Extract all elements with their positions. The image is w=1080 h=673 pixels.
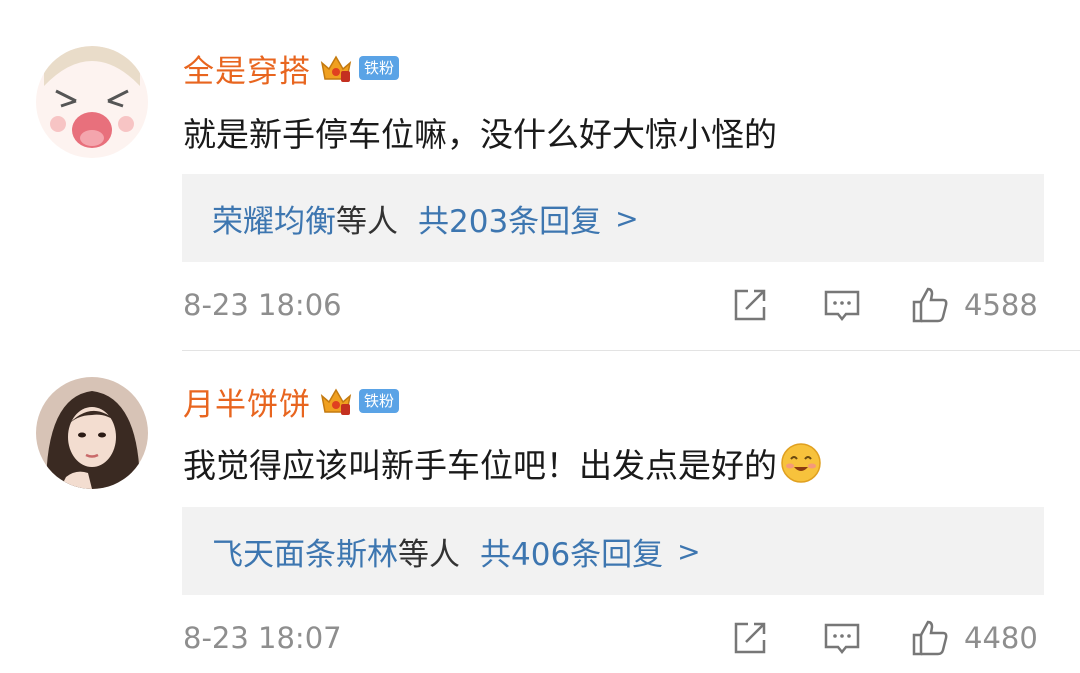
fan-badge: 铁粉 <box>359 389 400 413</box>
comment-text: 就是新手停车位嘛，没什么好大惊小怪的 <box>183 108 777 156</box>
reply-users[interactable]: 飞天面条斯林 <box>212 529 398 574</box>
username[interactable]: 月半饼饼 <box>183 379 311 424</box>
timestamp: 8-23 18:07 <box>183 621 342 655</box>
comment-text: 我觉得应该叫新手车位吧！出发点是好的 <box>183 437 823 489</box>
action-bar: 4480 <box>730 618 1038 658</box>
smile-emoji-icon <box>781 443 821 483</box>
like-count: 4480 <box>964 621 1038 655</box>
like-icon[interactable] <box>910 285 950 325</box>
avatar[interactable] <box>36 46 148 158</box>
reply-users[interactable]: 荣耀均衡 <box>212 196 336 241</box>
share-icon[interactable] <box>730 618 770 658</box>
comment-icon[interactable] <box>822 618 862 658</box>
avatar[interactable] <box>36 377 148 489</box>
username[interactable]: 全是穿搭 <box>183 46 311 91</box>
fan-badge: 铁粉 <box>359 56 400 80</box>
reply-others-label: 等人 <box>336 203 398 240</box>
comment-text-content: 我觉得应该叫新手车位吧！出发点是好的 <box>183 446 777 485</box>
share-icon[interactable] <box>730 285 770 325</box>
comment-text-content: 就是新手停车位嘛，没什么好大惊小怪的 <box>183 115 777 154</box>
reply-others-label: 等人 <box>398 536 460 573</box>
comment-item: 月半饼饼 铁粉 我觉得应该叫新手车位吧！出发点是好的 飞天面条斯林 等人 共40… <box>0 351 1080 673</box>
chevron-right-icon: > <box>615 201 639 235</box>
comment-icon[interactable] <box>822 285 862 325</box>
action-bar: 4588 <box>730 285 1038 325</box>
like-icon[interactable] <box>910 618 950 658</box>
replies-summary[interactable]: 飞天面条斯林 等人 共406条回复 > <box>182 507 1044 595</box>
reply-count[interactable]: 共203条回复 <box>418 196 601 241</box>
like-count: 4588 <box>964 288 1038 322</box>
crown-vip-icon <box>320 55 352 82</box>
timestamp: 8-23 18:06 <box>183 288 342 322</box>
crown-vip-icon <box>320 388 352 415</box>
comment-item: 全是穿搭 铁粉 就是新手停车位嘛，没什么好大惊小怪的 荣耀均衡 等人 共203条… <box>0 0 1080 350</box>
reply-count[interactable]: 共406条回复 <box>480 529 663 574</box>
replies-summary[interactable]: 荣耀均衡 等人 共203条回复 > <box>182 174 1044 262</box>
chevron-right-icon: > <box>677 534 701 568</box>
